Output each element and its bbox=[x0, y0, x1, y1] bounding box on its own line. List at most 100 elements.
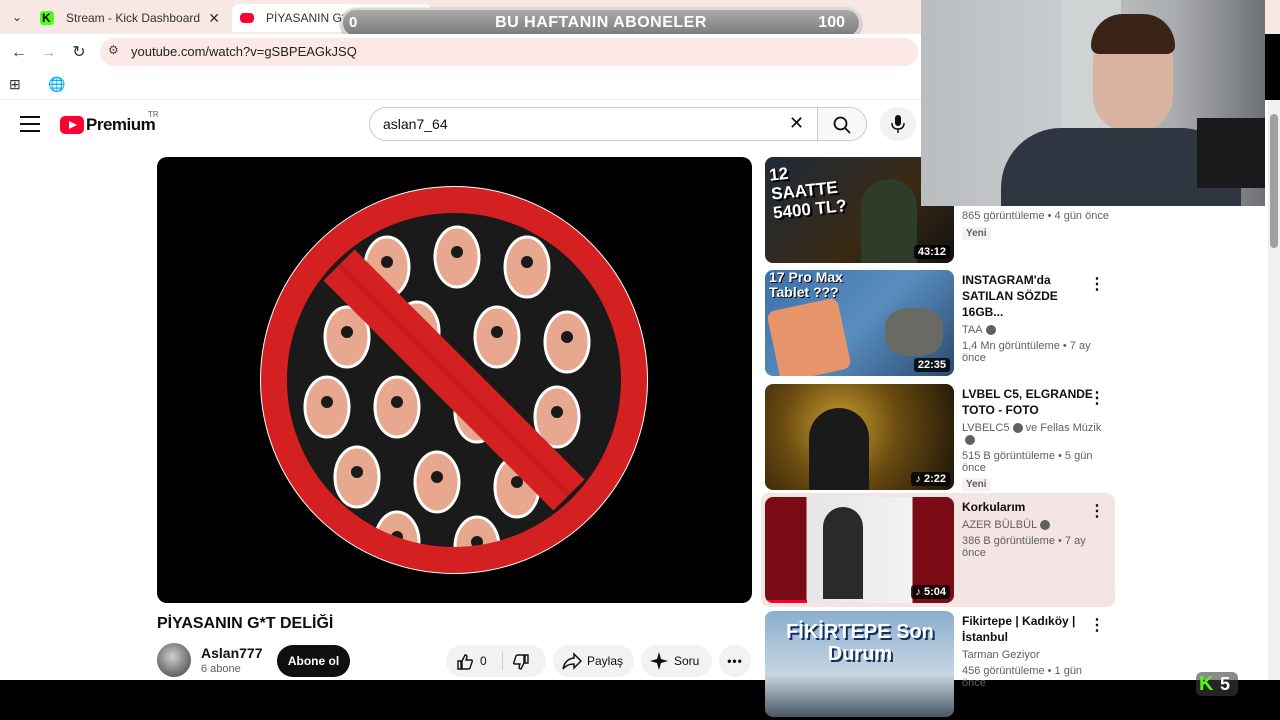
recommendation-item[interactable]: 17 Pro Max Tablet ??? 22:35 INSTAGRAM'da… bbox=[765, 270, 1115, 377]
close-icon[interactable]: ✕ bbox=[208, 4, 220, 32]
channel-name[interactable]: LVBELC5 ve Fellas Müzik bbox=[962, 422, 1102, 446]
like-dislike-group: 0 bbox=[446, 645, 546, 677]
kick-logo-icon: K bbox=[1199, 673, 1214, 695]
thumbnail-person bbox=[823, 507, 863, 599]
video-duration: 22:35 bbox=[913, 358, 950, 372]
kick-viewer-badge: K 5 bbox=[1196, 672, 1238, 696]
video-title[interactable]: LVBEL C5, ELGRANDE TOTO - FOTO bbox=[962, 386, 1102, 418]
search-bar: ✕ bbox=[369, 107, 867, 141]
thumbnail-person bbox=[809, 408, 869, 490]
thumbnail-text: FİKİRTEPE Son Durum bbox=[786, 621, 934, 665]
apps-grid-icon[interactable]: ⊞ bbox=[9, 76, 21, 93]
subscriber-count: 6 abone bbox=[201, 663, 241, 675]
microphone-icon bbox=[891, 115, 905, 133]
video-duration: ♪ 2:22 bbox=[911, 472, 950, 486]
tab-kick-dashboard[interactable]: Stream - Kick Dashboard ✕ bbox=[32, 4, 228, 32]
divider bbox=[502, 652, 503, 670]
new-badge: Yeni bbox=[962, 227, 991, 240]
youtube-play-icon bbox=[60, 116, 84, 134]
share-button[interactable]: Paylaş bbox=[553, 645, 634, 677]
video-duration: ♪ 5:04 bbox=[911, 585, 950, 599]
verified-icon bbox=[1012, 423, 1023, 434]
tab-search-chevron-icon[interactable]: ⌄ bbox=[6, 6, 28, 28]
video-title[interactable]: Korkularım bbox=[962, 499, 1102, 515]
recommendation-item[interactable]: ♪ 2:22 LVBEL C5, ELGRANDE TOTO - FOTO LV… bbox=[765, 384, 1115, 491]
thumbs-up-icon bbox=[457, 654, 474, 670]
video-player[interactable] bbox=[157, 157, 752, 603]
video-thumbnail[interactable]: FİKİRTEPE Son Durum bbox=[765, 611, 954, 717]
video-info: INSTAGRAM'da SATILAN SÖZDE 16GB... TAA 1… bbox=[962, 272, 1102, 364]
more-actions-button[interactable]: ••• bbox=[719, 645, 751, 677]
kick-favicon-icon bbox=[40, 4, 54, 32]
thumbs-down-icon bbox=[512, 654, 529, 670]
video-thumbnail[interactable]: ♪ 2:22 bbox=[765, 384, 954, 490]
sparkle-icon bbox=[650, 652, 668, 670]
search-button[interactable] bbox=[817, 107, 867, 141]
thumbnail-phone bbox=[766, 297, 852, 376]
recommendation-item[interactable]: FİKİRTEPE Son Durum Fikirtepe | Kadıköy … bbox=[765, 611, 1115, 718]
video-meta: 515 B görüntüleme • 5 gün önce bbox=[962, 450, 1093, 474]
channel-name[interactable]: AZER BÜLBÜL bbox=[962, 519, 1102, 531]
prohibition-sign-graphic bbox=[260, 186, 648, 574]
clear-search-icon[interactable]: ✕ bbox=[789, 113, 804, 134]
forward-arrow-icon[interactable]: → bbox=[36, 41, 60, 65]
channel-name[interactable]: TAA bbox=[962, 324, 1102, 336]
video-thumbnail[interactable]: ♪ 5:04 bbox=[765, 497, 954, 603]
kebab-menu-icon[interactable]: ⋮ bbox=[1089, 388, 1105, 408]
video-info: LVBEL C5, ELGRANDE TOTO - FOTO LVBELC5 v… bbox=[962, 386, 1102, 492]
thumbnail-rock bbox=[885, 308, 943, 356]
video-title: PİYASANIN G*T DELİĞİ bbox=[157, 615, 334, 632]
youtube-favicon-icon bbox=[240, 13, 254, 23]
video-duration: 43:12 bbox=[913, 245, 950, 259]
kebab-menu-icon[interactable]: ⋮ bbox=[1089, 274, 1105, 294]
channel-avatar[interactable] bbox=[157, 643, 191, 677]
voice-search-button[interactable] bbox=[880, 107, 916, 141]
scrollbar-thumb[interactable] bbox=[1270, 114, 1278, 248]
like-button[interactable] bbox=[456, 645, 474, 677]
url-text: youtube.com/watch?v=gSBPEAGkJSQ bbox=[131, 44, 357, 59]
site-settings-icon[interactable]: ⚙ bbox=[108, 43, 119, 57]
like-count: 0 bbox=[480, 654, 487, 668]
ask-button[interactable]: Soru bbox=[641, 645, 712, 677]
overlay-title: BU HAFTANIN ABONELER bbox=[495, 14, 707, 31]
verified-icon bbox=[985, 325, 996, 336]
new-badge: Yeni bbox=[962, 478, 991, 491]
recommendation-item-hovered[interactable]: ♪ 5:04 Korkularım AZER BÜLBÜL 386 B görü… bbox=[761, 493, 1115, 607]
channel-name[interactable]: Aslan777 bbox=[201, 645, 262, 661]
video-title[interactable]: Fikirtepe | Kadıköy | İstanbul bbox=[962, 613, 1102, 645]
video-info: Fikirtepe | Kadıköy | İstanbul Tarman Ge… bbox=[962, 613, 1102, 689]
person-hair bbox=[1091, 14, 1175, 54]
page-scrollbar[interactable] bbox=[1268, 100, 1280, 680]
verified-icon bbox=[965, 435, 975, 446]
search-input[interactable] bbox=[369, 107, 817, 141]
video-title[interactable]: INSTAGRAM'da SATILAN SÖZDE 16GB... bbox=[962, 272, 1102, 320]
globe-icon[interactable]: 🌐 bbox=[48, 76, 65, 93]
webcam-overlay bbox=[921, 0, 1265, 206]
search-icon bbox=[833, 116, 851, 134]
video-thumbnail[interactable]: 17 Pro Max Tablet ??? 22:35 bbox=[765, 270, 954, 376]
share-label: Paylaş bbox=[587, 654, 624, 668]
dislike-button[interactable] bbox=[512, 645, 530, 677]
url-field[interactable]: ⚙ youtube.com/watch?v=gSBPEAGkJSQ bbox=[100, 38, 918, 66]
tab-title: Stream - Kick Dashboard bbox=[66, 11, 201, 25]
video-info: Korkularım AZER BÜLBÜL 386 B görüntüleme… bbox=[962, 499, 1102, 559]
address-bar-row: ← → ↻ ⚙ youtube.com/watch?v=gSBPEAGkJSQ bbox=[0, 34, 921, 70]
kick-count: 5 bbox=[1220, 674, 1231, 694]
overlay-count: 100 bbox=[818, 14, 845, 31]
logo-text: Premium bbox=[86, 115, 156, 134]
ask-label: Soru bbox=[674, 654, 700, 668]
kebab-menu-icon[interactable]: ⋮ bbox=[1089, 501, 1105, 521]
channel-name[interactable]: Tarman Geziyor bbox=[962, 649, 1102, 661]
thumbnail-text: 12 SAATTE 5400 TL? bbox=[768, 163, 848, 223]
subscribe-button[interactable]: Abone ol bbox=[277, 645, 350, 677]
bookmarks-bar: ⊞ 🌐 bbox=[0, 70, 921, 100]
back-arrow-icon[interactable]: ← bbox=[7, 41, 31, 65]
thumbnail-text: 17 Pro Max Tablet ??? bbox=[769, 270, 843, 300]
video-meta: 865 görüntüleme • 4 gün önce bbox=[962, 210, 1109, 222]
youtube-premium-logo[interactable]: Premium TR bbox=[60, 110, 160, 138]
reload-icon[interactable]: ↻ bbox=[67, 41, 91, 65]
progress-bar bbox=[765, 600, 807, 603]
kebab-menu-icon[interactable]: ⋮ bbox=[1089, 615, 1105, 635]
menu-icon[interactable] bbox=[20, 116, 40, 132]
share-arrow-icon bbox=[562, 652, 582, 670]
